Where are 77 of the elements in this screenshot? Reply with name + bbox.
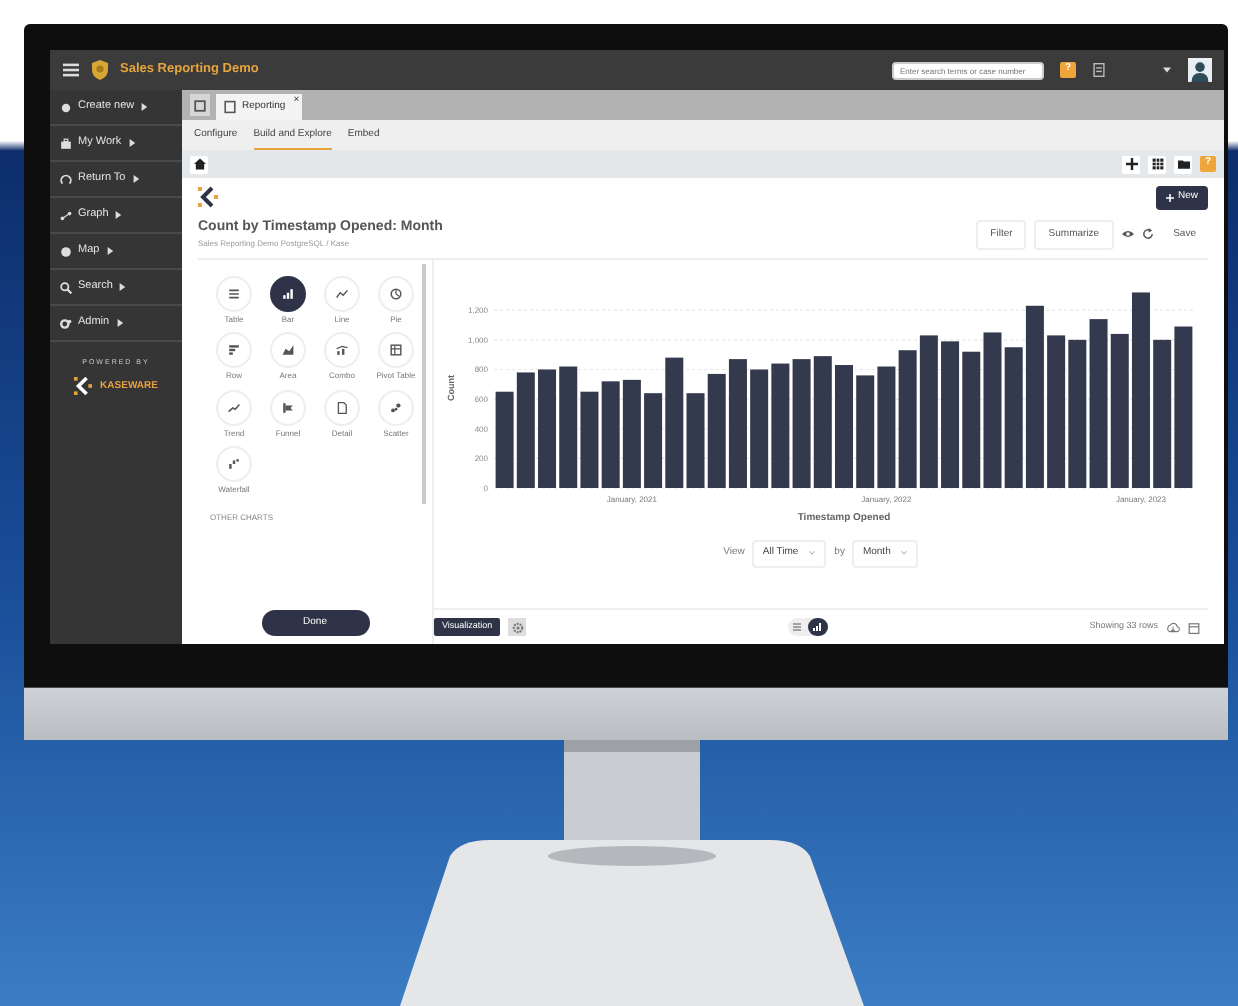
folder-icon <box>1177 158 1189 170</box>
chart-type-button[interactable] <box>270 276 306 312</box>
badge-icon <box>90 58 110 82</box>
line-chart-icon <box>336 288 348 300</box>
row-chart-icon <box>228 344 240 357</box>
waterfall-icon <box>228 458 240 471</box>
plus-icon <box>1165 193 1174 202</box>
funnel-icon <box>282 401 294 414</box>
bar <box>644 393 663 488</box>
caret-icon <box>131 174 140 184</box>
bar <box>1004 347 1023 488</box>
bar <box>813 356 832 488</box>
bar <box>622 379 641 488</box>
bar <box>601 381 620 488</box>
caret-icon <box>118 282 127 292</box>
caret-icon[interactable] <box>1162 66 1172 74</box>
eye-icon[interactable] <box>1121 228 1134 241</box>
bar <box>538 369 557 488</box>
combo-chart-icon <box>336 344 348 357</box>
cloud-download-icon[interactable] <box>1166 621 1180 633</box>
refresh-icon[interactable] <box>1141 228 1154 241</box>
logo-icon <box>74 376 93 397</box>
bar <box>877 366 896 488</box>
plus-button[interactable] <box>1122 155 1140 173</box>
briefcase-icon <box>60 137 72 149</box>
caret-icon <box>105 246 114 256</box>
menu-icon[interactable] <box>62 62 80 78</box>
tab-button[interactable] <box>190 94 210 116</box>
bar <box>792 359 811 488</box>
search-icon <box>60 281 72 293</box>
bar-chart-icon <box>812 622 823 632</box>
grid-icon <box>1151 158 1163 170</box>
bar <box>665 357 684 488</box>
avatar-icon[interactable] <box>1188 58 1212 82</box>
home-button[interactable] <box>190 155 208 173</box>
bar <box>856 375 875 488</box>
view-toggle-button[interactable] <box>807 618 828 636</box>
bar <box>771 363 790 488</box>
document-icon[interactable] <box>1092 62 1106 78</box>
caret-icon <box>140 102 149 112</box>
area-chart-icon <box>282 344 294 357</box>
document-icon <box>224 100 236 114</box>
bar <box>750 369 769 488</box>
pie-chart-icon <box>390 288 402 300</box>
bar <box>559 366 578 488</box>
bar <box>686 393 705 488</box>
bar <box>898 350 917 488</box>
settings-button[interactable] <box>508 618 527 636</box>
bar <box>835 365 853 488</box>
chevron-down-icon <box>808 550 817 557</box>
gear-icon <box>511 621 524 633</box>
scrollbar[interactable] <box>422 264 426 504</box>
trend-icon <box>228 401 240 414</box>
home-icon <box>193 158 205 170</box>
folder-button[interactable] <box>1174 155 1192 173</box>
graph-icon <box>60 209 72 221</box>
caret-icon <box>114 210 123 220</box>
bar <box>516 372 535 488</box>
pivot-table-icon <box>390 344 402 357</box>
caret-icon <box>115 318 124 328</box>
bar <box>707 373 726 488</box>
window-icon <box>194 99 206 111</box>
calendar-icon[interactable] <box>1188 621 1200 633</box>
document-icon <box>336 401 348 414</box>
bar <box>580 391 599 488</box>
chevron-down-icon <box>900 550 909 557</box>
bar <box>962 351 981 488</box>
bar <box>728 359 747 488</box>
table-icon <box>228 288 240 300</box>
plus-icon <box>1125 158 1137 170</box>
bar-chart-icon <box>282 288 294 300</box>
scatter-icon <box>390 401 402 414</box>
logo-icon <box>198 186 218 209</box>
table-icon <box>792 622 803 632</box>
grid-button[interactable] <box>1148 155 1166 173</box>
bar <box>495 391 514 488</box>
caret-icon <box>127 138 136 148</box>
